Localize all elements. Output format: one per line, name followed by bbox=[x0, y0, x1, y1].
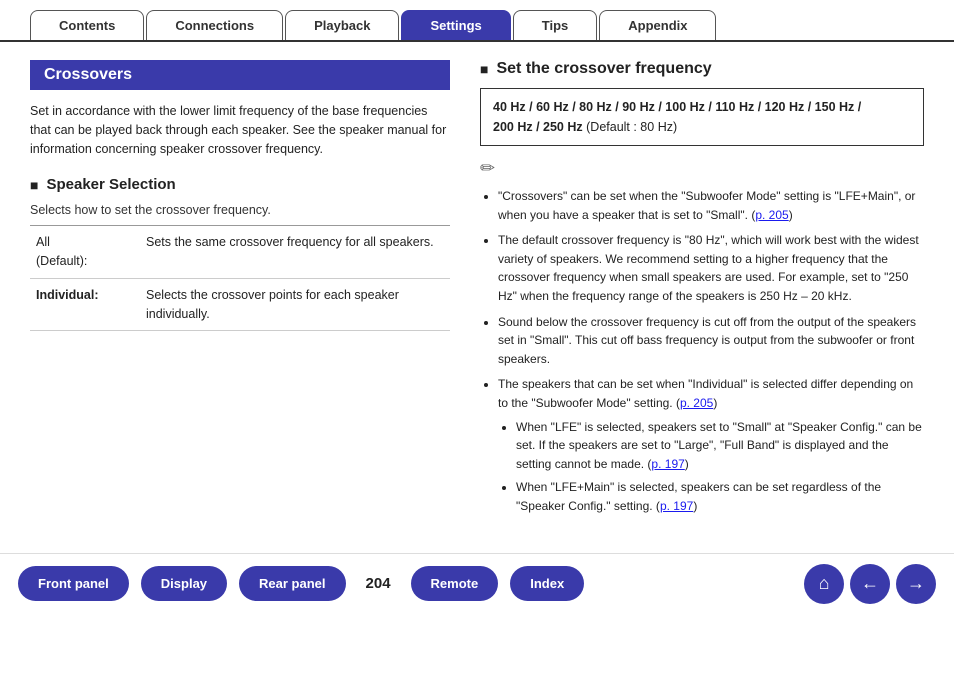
section-title: Crossovers bbox=[30, 60, 450, 90]
table-row: All (Default): Sets the same crossover f… bbox=[30, 226, 450, 279]
speaker-table: All (Default): Sets the same crossover f… bbox=[30, 225, 450, 331]
list-item: The default crossover frequency is "80 H… bbox=[498, 231, 924, 305]
main-content: Crossovers Set in accordance with the lo… bbox=[0, 42, 954, 533]
nav-tab-connections[interactable]: Connections bbox=[146, 10, 283, 40]
rear-panel-button[interactable]: Rear panel bbox=[239, 566, 345, 601]
table-row: Individual: Selects the crossover points… bbox=[30, 278, 450, 331]
list-item: The speakers that can be set when "Indiv… bbox=[498, 375, 924, 515]
link-p197-1[interactable]: p. 197 bbox=[651, 457, 684, 471]
list-item: "Crossovers" can be set when the "Subwoo… bbox=[498, 187, 924, 224]
list-item: When "LFE+Main" is selected, speakers ca… bbox=[516, 478, 924, 515]
intro-text: Set in accordance with the lower limit f… bbox=[30, 102, 450, 158]
sub-notes-list: When "LFE" is selected, speakers set to … bbox=[498, 418, 924, 516]
top-nav: ContentsConnectionsPlaybackSettingsTipsA… bbox=[0, 0, 954, 42]
nav-tab-contents[interactable]: Contents bbox=[30, 10, 144, 40]
subsection-title: Speaker Selection bbox=[30, 176, 450, 193]
left-panel: Crossovers Set in accordance with the lo… bbox=[30, 60, 450, 523]
nav-tab-tips[interactable]: Tips bbox=[513, 10, 598, 40]
nav-icon-group: ⌂ ← → bbox=[804, 564, 936, 604]
index-button[interactable]: Index bbox=[510, 566, 584, 601]
remote-button[interactable]: Remote bbox=[411, 566, 499, 601]
link-p205-2[interactable]: p. 205 bbox=[680, 396, 713, 410]
notes-list: "Crossovers" can be set when the "Subwoo… bbox=[480, 187, 924, 516]
bottom-nav: Front panel Display Rear panel 204 Remot… bbox=[0, 553, 954, 614]
page-number: 204 bbox=[366, 575, 391, 592]
nav-tab-settings[interactable]: Settings bbox=[401, 10, 510, 40]
sub-intro-text: Selects how to set the crossover frequen… bbox=[30, 203, 450, 217]
frequency-box: 40 Hz / 60 Hz / 80 Hz / 90 Hz / 100 Hz /… bbox=[480, 88, 924, 146]
table-definition: Selects the crossover points for each sp… bbox=[140, 278, 450, 331]
front-panel-button[interactable]: Front panel bbox=[18, 566, 129, 601]
table-term: All (Default): bbox=[30, 226, 140, 279]
list-item: When "LFE" is selected, speakers set to … bbox=[516, 418, 924, 474]
list-item: Sound below the crossover frequency is c… bbox=[498, 313, 924, 369]
back-button[interactable]: ← bbox=[850, 564, 890, 604]
nav-tab-appendix[interactable]: Appendix bbox=[599, 10, 716, 40]
display-button[interactable]: Display bbox=[141, 566, 227, 601]
nav-tab-playback[interactable]: Playback bbox=[285, 10, 399, 40]
link-p205-1[interactable]: p. 205 bbox=[755, 208, 788, 222]
link-p197-2[interactable]: p. 197 bbox=[660, 499, 693, 513]
table-term: Individual: bbox=[30, 278, 140, 331]
forward-button[interactable]: → bbox=[896, 564, 936, 604]
home-button[interactable]: ⌂ bbox=[804, 564, 844, 604]
right-section-title: Set the crossover frequency bbox=[480, 60, 924, 78]
table-definition: Sets the same crossover frequency for al… bbox=[140, 226, 450, 279]
pencil-icon: ✏ bbox=[480, 158, 924, 179]
right-panel: Set the crossover frequency 40 Hz / 60 H… bbox=[480, 60, 924, 523]
